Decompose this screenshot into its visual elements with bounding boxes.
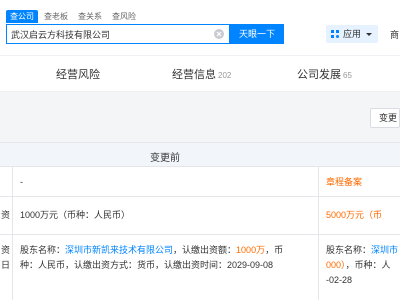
search-tab-risk[interactable]: 查风险 — [108, 10, 140, 23]
text: ，币种：人 — [345, 260, 391, 270]
shareholder-link[interactable]: 深圳市新凯来技术有限公司 — [65, 245, 173, 255]
text: ，认缴出资额： — [173, 245, 237, 255]
cell-before-line-1: 股东名称：深圳市新凯来技术有限公司，认缴出资额：1000万，币 — [20, 243, 283, 257]
tab-label: 公司发展 — [297, 69, 341, 81]
row-label-fragment: 日 — [1, 260, 11, 270]
cell-before-line-2: 种：人民币，认缴出资方式：货币，认缴出资时间：2029-09-08 — [20, 260, 274, 270]
app-menu-button[interactable]: 应用 — [326, 25, 378, 43]
change-record-table: 变更前 - 章程备案 资 1000万元（币种：人民币） 5000万元（币 资 日… — [0, 142, 400, 300]
cell-after-line-3: -02-28 — [326, 275, 353, 285]
tab-count: 65 — [343, 71, 352, 80]
amount-highlight: 000） — [326, 260, 346, 270]
search-input[interactable] — [7, 25, 207, 43]
table-row: - 章程备案 — [0, 167, 400, 197]
section-nav: 经营风险 经营信息 202 公司发展 65 — [0, 56, 400, 92]
search-tab-boss[interactable]: 查老板 — [40, 10, 72, 23]
table-row: 资 1000万元（币种：人民币） 5000万元（币 — [0, 197, 400, 235]
amount-highlight: 1000万 — [236, 245, 266, 255]
table-header: 变更前 — [0, 143, 400, 167]
clear-icon[interactable] — [214, 29, 224, 39]
tab-business-info[interactable]: 经营信息 202 — [172, 66, 231, 82]
row-label-fragment: 资 — [1, 210, 11, 220]
change-filter-button[interactable]: 变更 — [370, 108, 400, 128]
app-menu-label: 应用 — [343, 29, 362, 39]
search-tab-relation[interactable]: 查关系 — [74, 10, 106, 23]
cell-after-line-1: 股东名称：深圳市 — [326, 243, 398, 257]
text: ，币 — [265, 245, 284, 255]
header: 查公司 查老板 查关系 查风险 天眼一下 应用 商 — [0, 0, 400, 56]
cell-after-line-2: 000），币种：人 — [326, 258, 391, 272]
search-type-tabs: 查公司 查老板 查关系 查风险 — [6, 10, 140, 23]
apps-grid-icon — [331, 29, 340, 39]
search-button[interactable]: 天眼一下 — [230, 24, 284, 44]
tab-label: 经营信息 — [172, 69, 216, 81]
tab-company-development[interactable]: 公司发展 65 — [297, 66, 352, 82]
header-menu-item-truncated[interactable]: 商 — [390, 28, 399, 41]
text: 股东名称： — [326, 245, 372, 255]
column-header-before: 变更前 — [150, 153, 180, 164]
tab-count: 202 — [218, 71, 232, 80]
row-label-fragment: 资 — [1, 245, 11, 255]
shareholder-link[interactable]: 深圳市 — [371, 245, 398, 255]
tab-label: 经营风险 — [56, 69, 100, 81]
table-row: 资 日 股东名称：深圳市新凯来技术有限公司，认缴出资额：1000万，币 种：人民… — [0, 235, 400, 300]
text: 股东名称： — [20, 245, 66, 255]
search-box — [6, 24, 230, 44]
cell-after: 章程备案 — [326, 177, 363, 187]
cell-before: 1000万元（币种：人民币） — [20, 210, 131, 220]
chevron-down-icon — [366, 32, 373, 36]
cell-after: 5000万元（币 — [326, 210, 383, 220]
tab-business-risk[interactable]: 经营风险 — [56, 66, 100, 82]
cell-before: - — [20, 177, 23, 187]
search-tab-company[interactable]: 查公司 — [6, 10, 38, 23]
